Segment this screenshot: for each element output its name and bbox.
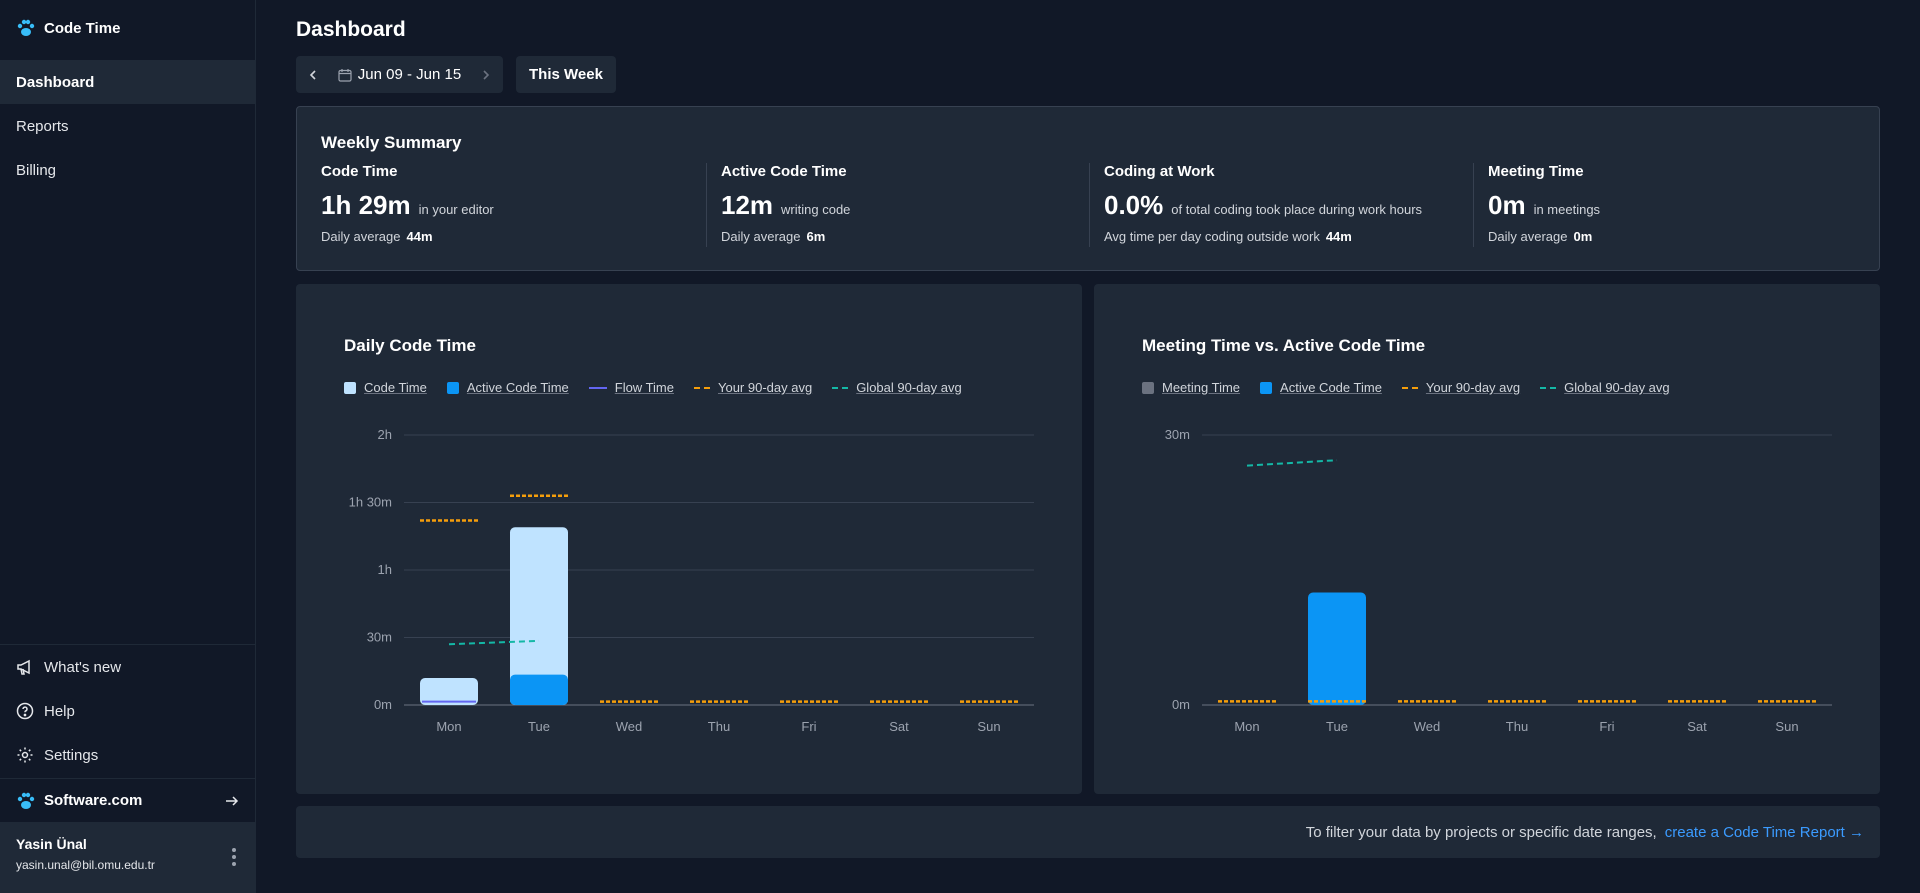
metric-value: 0.0%: [1104, 190, 1164, 220]
metric-active-code-time: Active Code Time 12m writing code Daily a…: [721, 163, 850, 244]
sidebar-item-billing[interactable]: Billing: [0, 148, 256, 192]
paw-logo-icon: [17, 792, 35, 809]
chevron-left-icon: [309, 69, 316, 80]
weekly-summary-title: Weekly Summary: [321, 133, 462, 152]
whats-new-label: What's new: [44, 658, 122, 676]
x-tick-label: Sat: [889, 719, 909, 734]
metric-head: Code Time: [321, 163, 398, 180]
global-avg-line: [1246, 459, 1338, 467]
x-tick-label: Sun: [1775, 719, 1798, 734]
metric-head: Active Code Time: [721, 163, 847, 180]
x-tick-label: Fri: [1599, 719, 1614, 734]
sidebar-bottom-nav: What's new Help Settings: [0, 644, 256, 777]
user-profile: Yasin Ünal yasin.unal@bil.omu.edu.tr: [0, 822, 256, 893]
metric-avg-label: Avg time per day coding outside work: [1104, 229, 1320, 244]
daily-code-time-card: Daily Code Time Code Time Active Code Ti…: [296, 284, 1082, 794]
paw-logo-icon: [17, 19, 35, 36]
metric-avg-value: 0m: [1573, 229, 1593, 244]
metric-divider: [706, 163, 707, 247]
x-tick-label: Tue: [1326, 719, 1348, 734]
this-week-button[interactable]: This Week: [516, 56, 616, 93]
meeting-vs-active-chart: 0m 30m Mon Tue Wed Thu Fri Sat Sun: [1165, 427, 1832, 734]
metric-divider: [1473, 163, 1474, 247]
gear-icon: [17, 747, 33, 763]
x-tick-label: Mon: [436, 719, 461, 734]
app-title: Code Time: [44, 19, 121, 37]
more-options-icon[interactable]: [232, 848, 236, 866]
metric-value: 0m: [1488, 190, 1526, 220]
software-com-label: Software.com: [44, 792, 143, 809]
metric-meeting-time: Meeting Time 0m in meetings Daily average…: [1488, 163, 1600, 244]
active-code-time-bar: [1308, 592, 1366, 705]
x-tick-label: Fri: [801, 719, 816, 734]
help-icon: [16, 702, 34, 720]
x-tick-label: Sat: [1687, 719, 1707, 734]
help-label: Help: [44, 702, 75, 720]
y-tick-label: 30m: [1165, 427, 1190, 442]
whats-new-link[interactable]: What's new: [0, 645, 256, 689]
metric-sub: in meetings: [1533, 202, 1601, 217]
app-brand[interactable]: Code Time: [16, 18, 120, 38]
y-tick-label: 30m: [367, 630, 392, 645]
y-tick-label: 0m: [374, 697, 392, 712]
metric-code-time: Code Time 1h 29m in your editor Daily ave…: [321, 163, 494, 244]
daily-code-time-chart: 0m 30m 1h 1h 30m 2h Mon Tue Wed Thu Fri Sat Sun: [349, 427, 1034, 734]
metric-avg-label: Daily average: [321, 229, 401, 244]
metric-value: 12m: [721, 190, 774, 220]
active-code-time-bar: [510, 674, 568, 705]
x-tick-label: Mon: [1234, 719, 1259, 734]
y-tick-label: 0m: [1172, 697, 1190, 712]
metric-avg-value: 6m: [806, 229, 826, 244]
sidebar-item-dashboard[interactable]: Dashboard: [0, 60, 256, 104]
metric-avg-value: 44m: [406, 229, 433, 244]
help-link[interactable]: Help: [0, 689, 256, 733]
megaphone-icon: [17, 659, 30, 675]
metric-head: Meeting Time: [1488, 163, 1584, 180]
x-tick-label: Tue: [528, 719, 550, 734]
date-range-label: Jun 09 - Jun 15: [357, 66, 462, 83]
metric-avg-label: Daily average: [721, 229, 801, 244]
metric-coding-at-work: Coding at Work 0.0% of total coding took …: [1104, 163, 1422, 244]
x-tick-label: Wed: [1414, 719, 1441, 734]
report-cta-text: To filter your data by projects or speci…: [1305, 823, 1657, 841]
metric-avg-label: Daily average: [1488, 229, 1568, 244]
y-tick-label: 1h: [378, 562, 392, 577]
y-tick-label: 1h 30m: [349, 495, 392, 510]
user-email: yasin.unal@bil.omu.edu.tr: [16, 858, 155, 872]
next-week-button[interactable]: [469, 56, 503, 93]
metric-sub: of total coding took place during work h…: [1171, 202, 1423, 217]
sidebar-nav: Dashboard Reports Billing: [0, 60, 256, 192]
report-cta-bar: To filter your data by projects or speci…: [296, 806, 1880, 858]
metric-avg-value: 44m: [1325, 229, 1352, 244]
meeting-vs-active-card: Meeting Time vs. Active Code Time Meetin…: [1094, 284, 1880, 794]
weekly-summary-card: Weekly Summary Code Time 1h 29m in your e…: [296, 106, 1880, 271]
page-title: Dashboard: [296, 18, 406, 41]
sidebar-item-reports[interactable]: Reports: [0, 104, 256, 148]
arrow-right-icon: [226, 795, 239, 806]
x-tick-label: Thu: [708, 719, 730, 734]
y-tick-label: 2h: [378, 427, 392, 442]
create-report-link[interactable]: create a Code Time Report →: [1665, 824, 1864, 841]
metric-head: Coding at Work: [1104, 163, 1215, 180]
software-com-link[interactable]: Software.com: [0, 778, 256, 822]
settings-label: Settings: [44, 746, 99, 764]
chevron-right-icon: [483, 69, 490, 80]
x-tick-label: Sun: [977, 719, 1000, 734]
settings-link[interactable]: Settings: [0, 733, 256, 777]
metric-value: 1h 29m: [321, 190, 411, 220]
x-tick-label: Wed: [616, 719, 643, 734]
date-range-picker: Jun 09 - Jun 15: [296, 56, 503, 93]
date-range-display[interactable]: Jun 09 - Jun 15: [330, 66, 469, 83]
metric-sub: in your editor: [418, 202, 494, 217]
previous-week-button[interactable]: [296, 56, 330, 93]
sidebar: Code Time Dashboard Reports Billing What…: [0, 0, 256, 893]
metric-sub: writing code: [781, 202, 851, 217]
metric-divider: [1089, 163, 1090, 247]
calendar-icon: [338, 68, 352, 82]
x-tick-label: Thu: [1506, 719, 1528, 734]
user-name: Yasin Ünal: [16, 836, 87, 852]
